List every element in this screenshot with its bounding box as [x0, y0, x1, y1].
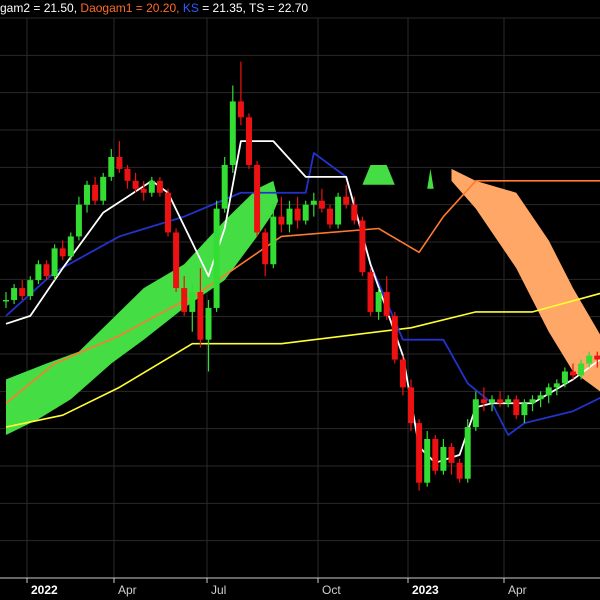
x-tick-label: 2023: [412, 583, 439, 597]
candle-body: [254, 164, 261, 233]
candle-body: [100, 176, 107, 201]
cloud-bullish: [362, 164, 395, 185]
candle-body: [537, 395, 544, 400]
candle-body: [165, 192, 171, 233]
candle-body: [286, 208, 293, 225]
candle-body: [521, 403, 528, 416]
candle-body: [148, 180, 155, 193]
candle-body: [399, 359, 406, 388]
x-tick-label: Apr: [118, 583, 137, 597]
candle-body: [578, 363, 585, 376]
candle-body: [440, 446, 447, 471]
candle-body: [205, 307, 212, 340]
candle-body: [472, 399, 479, 428]
candle-body: [327, 208, 333, 225]
grid-lines: [0, 17, 600, 579]
x-tick-label: Oct: [322, 583, 341, 597]
candle-body: [246, 117, 252, 165]
candle-body: [594, 355, 600, 360]
candle-body: [75, 204, 82, 237]
candle-body: [408, 387, 414, 424]
candle-body: [197, 292, 204, 340]
candle-body: [92, 184, 99, 201]
candle-body: [480, 399, 487, 404]
candle-body: [229, 101, 236, 165]
candle-body: [67, 236, 74, 257]
x-tick-label: Jul: [211, 583, 226, 597]
candle-body: [570, 371, 576, 376]
x-axis: 2022 Apr Jul Oct 2023 Apr: [0, 577, 600, 597]
candle-body: [335, 196, 342, 225]
candle-body: [262, 232, 269, 265]
candle-body: [383, 292, 390, 316]
candle-body: [359, 220, 366, 273]
candle-body: [489, 399, 495, 404]
candle-body: [213, 208, 220, 308]
cloud-bearish: [451, 168, 600, 392]
candle-body: [294, 208, 301, 221]
candle-body: [310, 200, 317, 205]
candle-body: [529, 399, 536, 404]
candle-body: [302, 204, 309, 221]
candle-body: [221, 164, 228, 209]
candle-body: [456, 462, 463, 479]
candle-body: [432, 438, 439, 471]
candle-body: [124, 168, 131, 181]
candle-body: [59, 248, 66, 257]
x-tick-label: 2022: [31, 583, 58, 597]
candle-body: [11, 288, 18, 300]
candle-body: [189, 292, 196, 312]
candle-body: [545, 387, 552, 396]
candle-body: [351, 204, 358, 221]
candle-body: [3, 299, 9, 302]
candle-body: [181, 288, 188, 312]
candle-body: [237, 101, 244, 118]
candle-body: [108, 157, 115, 177]
x-tick-label: Apr: [508, 583, 527, 597]
candle-body: [513, 399, 520, 416]
candle-body: [367, 272, 374, 312]
candle-body: [586, 355, 593, 364]
cloud-bullish: [427, 168, 434, 189]
candle-body: [424, 438, 431, 483]
candle-body: [505, 399, 512, 404]
candle-body: [553, 383, 560, 388]
candle-body: [140, 188, 147, 193]
candle-body: [35, 264, 42, 281]
candle-body: [51, 248, 58, 277]
candlesticks: [3, 61, 600, 491]
ichimoku-chart: 2022 Apr Jul Oct 2023 Apr: [0, 17, 600, 597]
candle-body: [43, 264, 50, 277]
candle-body: [561, 371, 568, 384]
candle-body: [318, 200, 325, 209]
candle-body: [270, 216, 277, 265]
candle-body: [375, 292, 382, 312]
candle-body: [116, 157, 123, 169]
candle-body: [19, 288, 26, 297]
candle-body: [27, 280, 34, 297]
candle-body: [343, 196, 350, 205]
candle-body: [464, 427, 471, 479]
candle-body: [391, 315, 398, 360]
candle-body: [84, 184, 90, 205]
candle-body: [278, 216, 285, 225]
candle-body: [497, 399, 504, 404]
candle-body: [132, 180, 139, 189]
candle-body: [416, 423, 423, 483]
candle-body: [173, 232, 180, 289]
candle-body: [448, 446, 455, 463]
candle-body: [156, 180, 163, 193]
cloud-bullish: [6, 180, 279, 436]
